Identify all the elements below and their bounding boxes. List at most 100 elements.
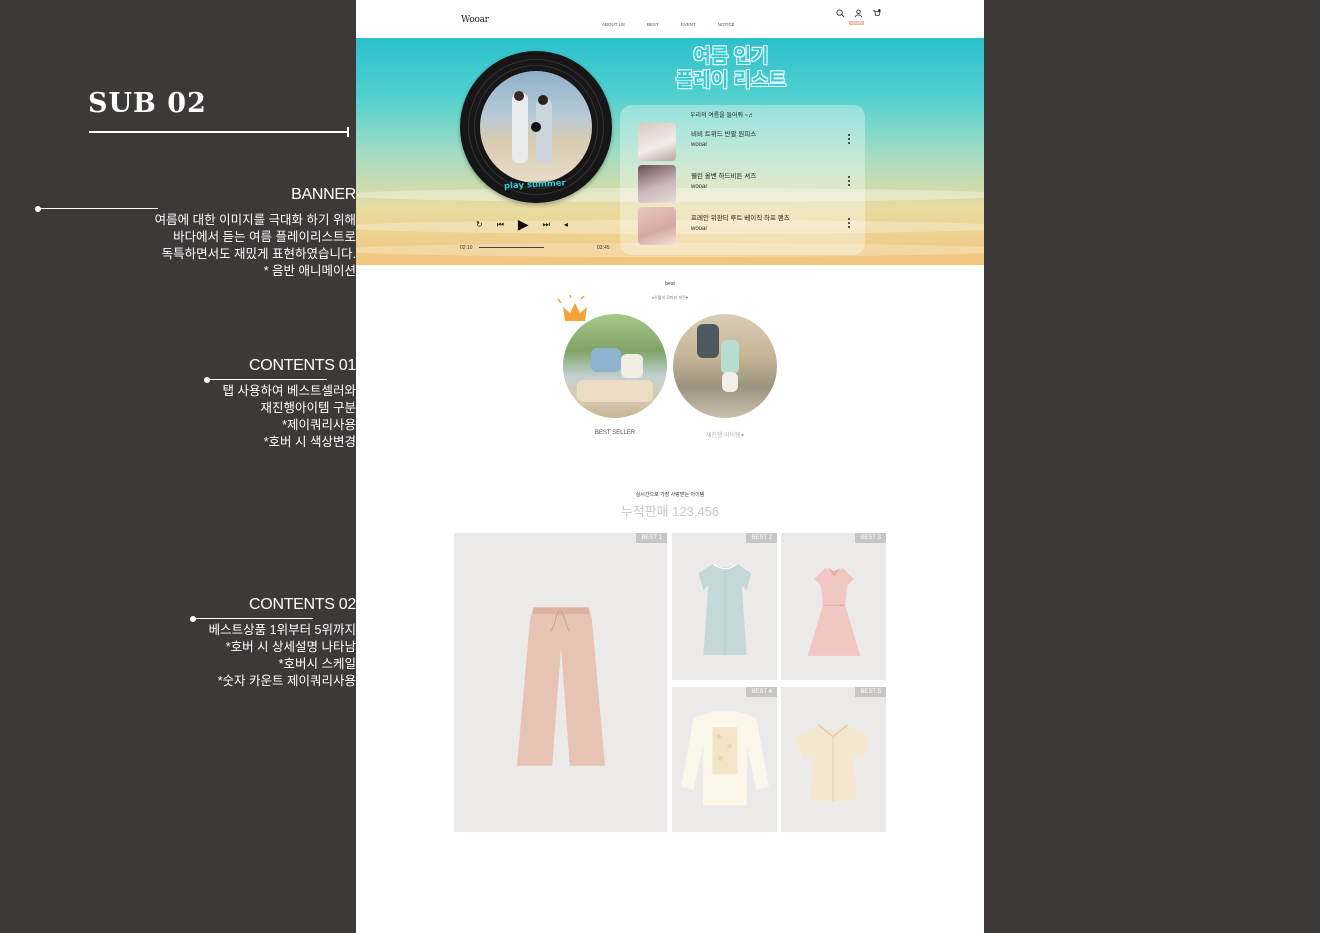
menu-item-about[interactable]: ABOUT US bbox=[602, 22, 625, 27]
product-image-dress bbox=[698, 563, 752, 655]
summer-playlist-banner: play summer 여름 인기 플레이 리스트 우리의 여름을 들어줘 ~♬… bbox=[356, 38, 984, 265]
site-logo[interactable]: Wooar bbox=[461, 15, 489, 25]
product-card-best-2[interactable]: BEST 2 bbox=[672, 533, 777, 680]
annotation-desc: 베스트상품 1위부터 5위까지 *호버 시 상세설명 나타남 *호버시 스케일 … bbox=[209, 622, 356, 690]
tab-restock-item[interactable] bbox=[673, 314, 777, 418]
annotation-line bbox=[192, 618, 313, 619]
site-mockup: Wooar ABOUT US BEST EVENT NOTICE LOGIN p… bbox=[356, 0, 984, 933]
more-icon[interactable] bbox=[848, 134, 850, 144]
product-card-best-1[interactable]: BEST 1 bbox=[454, 533, 667, 832]
annotation-heading: CONTENTS 01 bbox=[249, 357, 356, 374]
track-artist: wooar bbox=[691, 184, 708, 190]
photo-window bbox=[697, 324, 719, 358]
annotation-contents-01: CONTENTS 01 탭 사용하여 베스트셀러와 재진행아이템 구분 *제이쿼… bbox=[203, 357, 356, 451]
track-artist: wooar bbox=[691, 226, 708, 232]
rank-badge: BEST 4 bbox=[746, 687, 777, 697]
sales-counter: 누적판매 123,456 bbox=[620, 504, 720, 519]
track-thumbnail bbox=[638, 123, 676, 161]
tab-label-best-seller[interactable]: BEST SELLER bbox=[563, 430, 667, 436]
vinyl-center bbox=[531, 122, 541, 132]
login-tag[interactable]: LOGIN bbox=[849, 21, 864, 25]
photo-person bbox=[721, 340, 739, 374]
player-progress: 02:10 03:45 bbox=[460, 245, 610, 251]
repeat-icon[interactable]: ↻ bbox=[476, 220, 483, 229]
track-artist: wooar bbox=[691, 142, 708, 148]
playlist-card: 우리의 여름을 들어줘 ~♬ 비비 트위드 반팔 원피스 wooar 웰린 올밴… bbox=[620, 105, 865, 255]
annotation-line bbox=[37, 208, 158, 209]
annotation-line-text: 여름에 대한 이미지를 극대화 하기 위해 bbox=[154, 213, 356, 227]
product-image-pants bbox=[517, 607, 605, 766]
annotation-contents-02: CONTENTS 02 베스트상품 1위부터 5위까지 *호버 시 상세설명 나… bbox=[189, 596, 356, 690]
track-title: 비비 트위드 반팔 원피스 bbox=[691, 131, 757, 138]
photo-person bbox=[722, 372, 738, 392]
header-icons bbox=[836, 9, 881, 18]
player-controls: ↻ ⏮ ▶ ⏭ ◂ bbox=[476, 216, 568, 233]
best-subheading: #우월의 로마러 피린♥ bbox=[651, 295, 689, 300]
annotation-dot bbox=[34, 206, 41, 212]
menu-item-best[interactable]: BEST bbox=[647, 22, 659, 27]
track-thumbnail bbox=[638, 165, 676, 203]
main-menu: ABOUT US BEST EVENT NOTICE bbox=[602, 22, 735, 27]
product-card-best-4[interactable]: BEST 4 bbox=[672, 687, 777, 832]
playlist-track[interactable]: 웰린 올밴 하드비튼 셔즈 wooar bbox=[638, 165, 858, 203]
product-card-best-3[interactable]: BEST 3 bbox=[781, 533, 886, 680]
annotation-line-text: * 음반 애니메이션 bbox=[263, 264, 356, 278]
banner-title-line: 여름 인기 bbox=[693, 46, 769, 67]
volume-icon[interactable]: ◂ bbox=[564, 220, 568, 229]
photo-person bbox=[621, 354, 643, 378]
more-icon[interactable] bbox=[848, 176, 850, 186]
best-heading: best bbox=[665, 281, 675, 287]
annotation-banner: BANNER 여름에 대한 이미지를 극대화 하기 위해 바다에서 듣는 여름 … bbox=[34, 186, 356, 280]
time-total: 03:45 bbox=[597, 245, 610, 251]
annotation-heading: CONTENTS 02 bbox=[249, 596, 356, 613]
annotation-dot bbox=[203, 377, 210, 383]
play-icon[interactable]: ▶ bbox=[518, 216, 529, 233]
rank-badge: BEST 3 bbox=[855, 533, 886, 543]
annotation-line-text: 독특하면서도 재밌게 표현하였습니다. bbox=[161, 247, 356, 261]
annotation-desc: 여름에 대한 이미지를 극대화 하기 위해 바다에서 듣는 여름 플레이리스트로… bbox=[155, 212, 356, 280]
annotation-line-text: *호버 시 색상변경 bbox=[263, 435, 356, 449]
previous-icon[interactable]: ⏮ bbox=[497, 220, 504, 230]
annotation-line-text: 재진행아이템 구분 bbox=[260, 401, 356, 415]
counter-subtitle: 실시간으로 가장 사랑받는 아이템 bbox=[635, 492, 705, 498]
annotation-line-text: 바다에서 듣는 여름 플레이리스트로 bbox=[173, 230, 356, 244]
product-image-dress bbox=[807, 567, 861, 656]
annotation-line-text: *숫자 카운트 제이쿼리사용 bbox=[217, 674, 356, 688]
sub-title: SUB 02 bbox=[88, 88, 207, 119]
menu-item-notice[interactable]: NOTICE bbox=[718, 22, 735, 27]
annotation-line-text: 탭 사용하여 베스트셀러와 bbox=[222, 384, 356, 398]
site-header: Wooar ABOUT US BEST EVENT NOTICE LOGIN bbox=[356, 0, 984, 38]
product-card-best-5[interactable]: BEST 5 bbox=[781, 687, 886, 832]
annotation-line bbox=[206, 379, 327, 380]
track-title: 웰린 올밴 하드비튼 셔즈 bbox=[691, 173, 757, 180]
annotation-heading: BANNER bbox=[291, 186, 356, 203]
rank-badge: BEST 2 bbox=[746, 533, 777, 543]
banner-title: 여름 인기 플레이 리스트 bbox=[621, 45, 841, 93]
menu-item-event[interactable]: EVENT bbox=[681, 22, 696, 27]
more-icon[interactable] bbox=[848, 218, 850, 228]
photo-person bbox=[512, 93, 528, 163]
annotation-line-text: *제이쿼리사용 bbox=[282, 418, 356, 432]
photo-person bbox=[538, 95, 548, 105]
tab-best-seller[interactable] bbox=[563, 314, 667, 418]
time-current: 02:10 bbox=[460, 245, 473, 251]
tab-label-restock[interactable]: 재진행 아이템♥ bbox=[673, 430, 777, 439]
annotation-desc: 탭 사용하여 베스트셀러와 재진행아이템 구분 *제이쿼리사용 *호버 시 색상… bbox=[223, 383, 356, 451]
rank-badge: BEST 5 bbox=[855, 687, 886, 697]
playlist-track[interactable]: 비비 트위드 반팔 원피스 wooar bbox=[638, 123, 858, 161]
photo-person bbox=[591, 348, 621, 372]
next-icon[interactable]: ⏭ bbox=[543, 220, 550, 230]
annotation-line-text: *호버시 스케일 bbox=[278, 657, 356, 671]
track-title: 프레인 위판티 루트 베이직 하프 팬츠 bbox=[691, 215, 790, 222]
user-icon[interactable] bbox=[854, 9, 863, 18]
playlist-track[interactable]: 프레인 위판티 루트 베이직 하프 팬츠 wooar bbox=[638, 207, 858, 245]
annotation-dot bbox=[189, 616, 196, 622]
banner-title-line: 플레이 리스트 bbox=[675, 70, 787, 91]
search-icon[interactable] bbox=[836, 9, 845, 18]
title-divider bbox=[89, 127, 349, 137]
cart-icon[interactable] bbox=[872, 9, 881, 18]
progress-bar[interactable] bbox=[479, 247, 544, 248]
photo-blanket bbox=[577, 380, 653, 402]
playlist-heading: 우리의 여름을 들어줘 ~♬ bbox=[690, 113, 755, 119]
annotation-line-text: 베스트상품 1위부터 5위까지 bbox=[208, 623, 356, 637]
